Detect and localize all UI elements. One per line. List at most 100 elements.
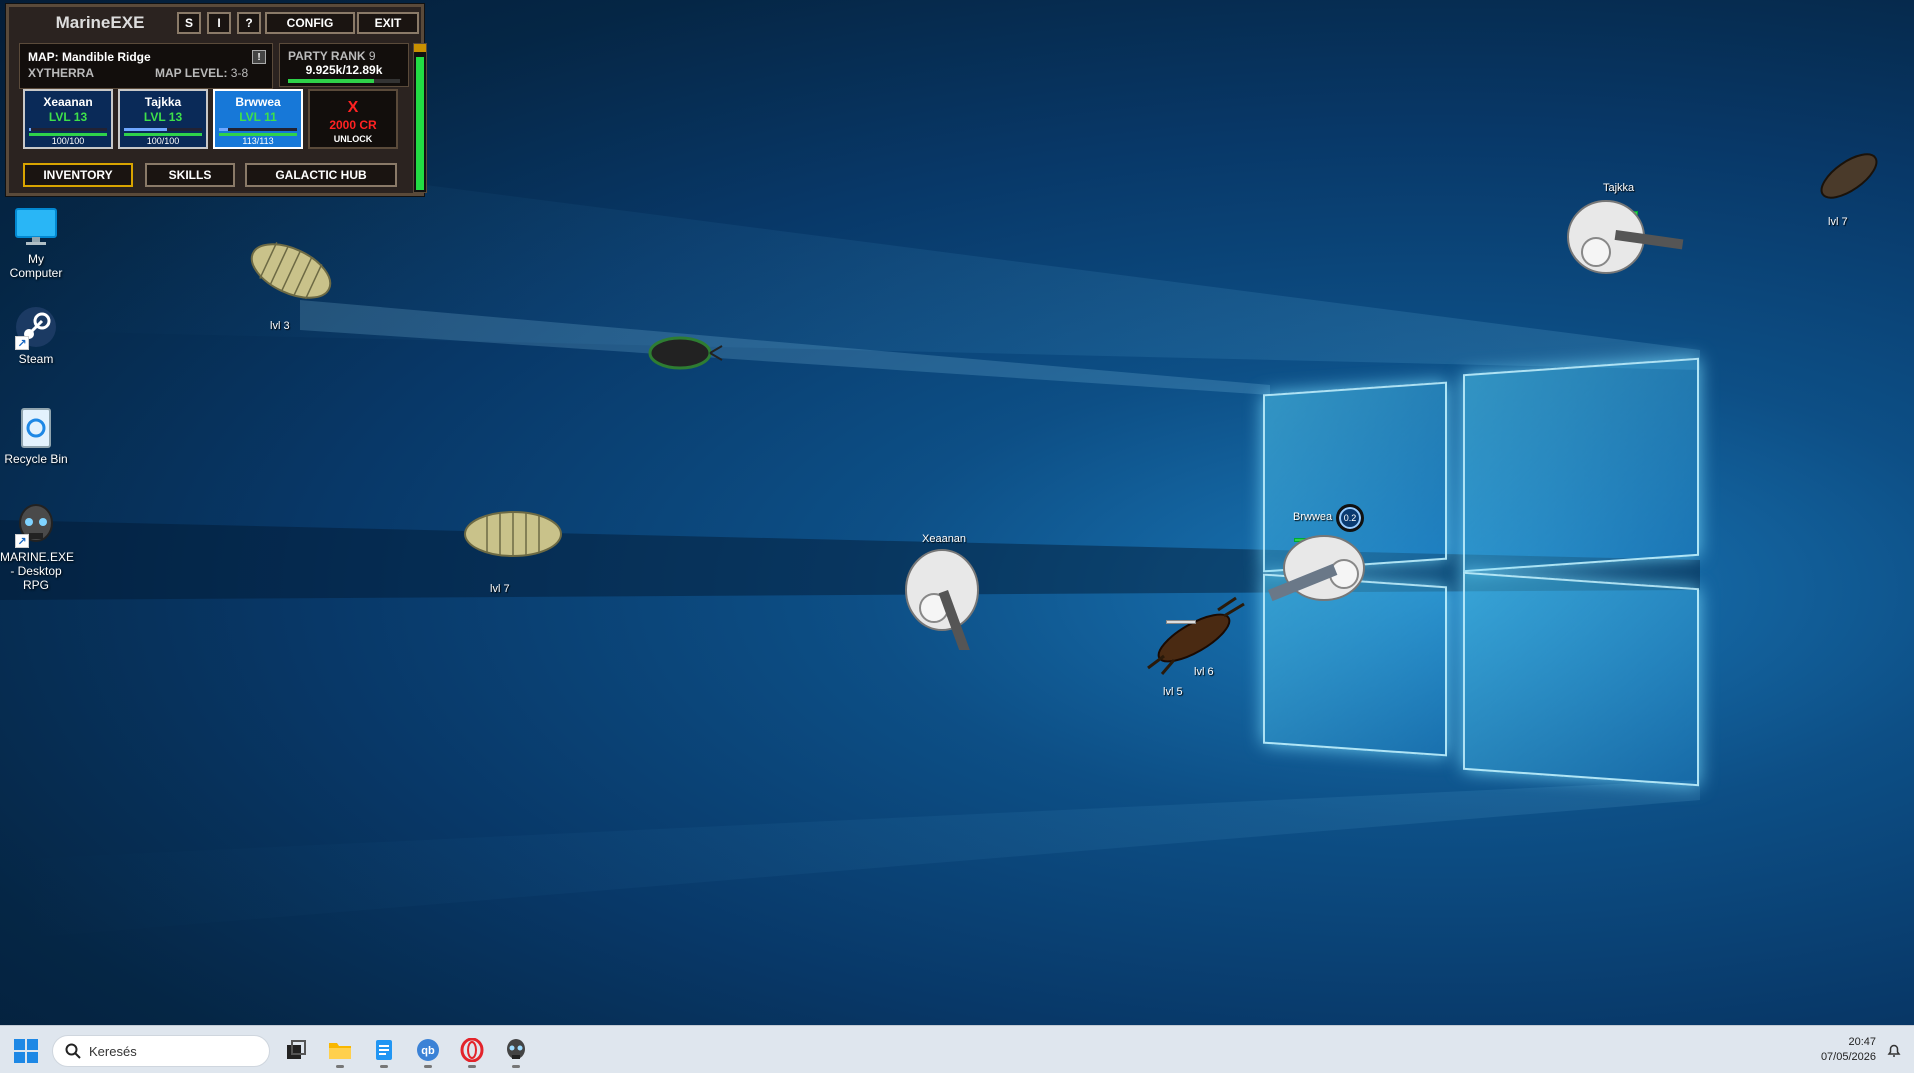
- running-indicator: [380, 1065, 388, 1068]
- slot-name: Tajkka: [144, 95, 182, 109]
- enemy-level-label: lvl 7: [490, 583, 510, 595]
- running-indicator: [336, 1065, 344, 1068]
- slot-xp-bar: [219, 128, 297, 131]
- help-button[interactable]: ?: [237, 12, 261, 34]
- enemy-health-bar: [1166, 620, 1196, 624]
- party-rank: PARTY RANK 9 9.925k/12.89k: [279, 43, 409, 87]
- party-xp-fill: [288, 79, 375, 83]
- taskbar: Keresés qb 20:47 07/05/2026: [0, 1025, 1914, 1073]
- space-marine-xeaanan[interactable]: [898, 530, 1004, 655]
- windows-logo-tile: [14, 1052, 25, 1063]
- opera-button[interactable]: [459, 1037, 485, 1068]
- desktop-icon-label: MARINE.EXE - Desktop RPG: [0, 550, 75, 592]
- i-button[interactable]: I: [207, 12, 231, 34]
- dark-beetle-enemy[interactable]: [644, 330, 724, 381]
- running-indicator: [468, 1065, 476, 1068]
- party-slot-tajkka[interactable]: Tajkka LVL 13 100/100: [118, 89, 208, 149]
- search-placeholder: Keresés: [89, 1043, 137, 1059]
- slot-xp-fill: [124, 128, 167, 131]
- enemy-level-label: lvl 3: [270, 320, 290, 332]
- task-view-button[interactable]: [283, 1037, 309, 1063]
- enemy-level-label: lvl 6: [1194, 666, 1214, 678]
- map-name: MAP: Mandible Ridge: [28, 50, 151, 64]
- notepad-button[interactable]: [371, 1037, 397, 1068]
- file-explorer-button[interactable]: [327, 1037, 353, 1068]
- desktop-icon-steam[interactable]: ↗ Steam: [0, 304, 72, 366]
- map-level: MAP LEVEL: 3-8: [155, 66, 248, 80]
- desktop-icon-label: Steam: [18, 352, 54, 366]
- beetle-larva-enemy[interactable]: [246, 236, 336, 311]
- marine-name-label: Brwwea: [1293, 511, 1333, 523]
- map-level-label: MAP LEVEL:: [155, 66, 228, 80]
- desktop-icon-label: Recycle Bin: [4, 452, 68, 466]
- locked-party-slot[interactable]: X 2000 CR UNLOCK: [308, 89, 398, 149]
- space-marine-brwwea[interactable]: [1262, 526, 1382, 631]
- exit-button[interactable]: EXIT: [357, 12, 419, 34]
- logo-pane-br: [1463, 571, 1699, 787]
- desktop-icon-recycle-bin[interactable]: Recycle Bin: [0, 404, 72, 466]
- system-clock[interactable]: 20:47 07/05/2026: [1821, 1035, 1876, 1065]
- search-icon: [65, 1043, 81, 1059]
- desktop-icon-marine-exe[interactable]: ↗ MARINE.EXE - Desktop RPG: [0, 502, 75, 592]
- slot-hp: 113/113: [242, 136, 274, 146]
- running-indicator: [512, 1065, 520, 1068]
- party-xp-bar: [288, 79, 400, 83]
- opera-icon: [460, 1038, 484, 1062]
- hud-title: MarineEXE: [55, 13, 145, 32]
- clock-time: 20:47: [1848, 1036, 1876, 1048]
- marine-skull-icon: [507, 1039, 525, 1059]
- space-marine-tajkka[interactable]: [1556, 192, 1686, 297]
- start-button[interactable]: [14, 1039, 38, 1063]
- party-slot-xeaanan[interactable]: Xeaanan LVL 13 100/100: [23, 89, 113, 149]
- clock-date: 07/05/2026: [1820, 1051, 1876, 1063]
- shortcut-arrow-icon: ↗: [15, 534, 29, 548]
- svg-text:qb: qb: [421, 1045, 435, 1057]
- map-info: MAP: Mandible Ridge XYTHERRA MAP LEVEL: …: [19, 43, 273, 89]
- slot-xp-fill: [29, 128, 31, 131]
- windows-logo-tile: [27, 1039, 38, 1050]
- map-zone: XYTHERRA: [28, 66, 95, 80]
- windows-logo-icon: [14, 1039, 25, 1050]
- beetle-larva-enemy[interactable]: [462, 506, 564, 567]
- slot-hp: 100/100: [146, 136, 180, 146]
- qbittorrent-button[interactable]: qb: [415, 1037, 441, 1068]
- marine-exe-taskbar-button[interactable]: [503, 1037, 529, 1068]
- map-alert-button[interactable]: !: [252, 50, 266, 64]
- logo-pane-tr: [1463, 357, 1699, 573]
- dark-beetle-enemy[interactable]: [1814, 146, 1884, 211]
- recycle-bin-icon: [13, 404, 59, 450]
- inventory-button[interactable]: INVENTORY: [23, 163, 133, 187]
- running-indicator: [424, 1065, 432, 1068]
- slot-xp-fill: [219, 128, 229, 131]
- slot-xp-bar: [29, 128, 107, 131]
- desktop-icon-label: My Computer: [9, 252, 63, 280]
- party-slot-brwwea[interactable]: Brwwea LVL 11 113/113: [213, 89, 303, 149]
- config-button[interactable]: CONFIG: [265, 12, 355, 34]
- enemy-level-label: lvl 7: [1828, 216, 1848, 228]
- s-button[interactable]: S: [177, 12, 201, 34]
- game-hud-panel: MarineEXE S I ? CONFIG EXIT MAP: Mandibl…: [6, 4, 427, 196]
- enemy-level-label: lvl 5: [1163, 686, 1183, 698]
- monitor-icon: [13, 204, 59, 250]
- qbittorrent-icon: qb: [417, 1039, 439, 1061]
- folder-icon: [329, 1043, 351, 1059]
- notification-bell-icon[interactable]: [1886, 1042, 1902, 1058]
- task-view-icon: [287, 1040, 306, 1059]
- unlock-cost: 2000 CR: [329, 118, 377, 132]
- lock-mark: X: [347, 99, 359, 116]
- steam-icon: ↗: [13, 304, 59, 350]
- side-gauge-fill: [416, 56, 424, 190]
- taskbar-search-box[interactable]: Keresés: [52, 1035, 270, 1067]
- desktop-icon-my-computer[interactable]: My Computer: [0, 204, 72, 280]
- slot-xp-bar: [124, 128, 202, 131]
- galactic-hub-button[interactable]: GALACTIC HUB: [245, 163, 397, 187]
- slot-level: LVL 13: [143, 110, 183, 124]
- party-rank-title: PARTY RANK: [288, 49, 366, 63]
- slot-level: LVL 11: [239, 110, 277, 124]
- slot-level: LVL 13: [48, 110, 88, 124]
- side-gauge: [413, 43, 427, 193]
- skills-button[interactable]: SKILLS: [145, 163, 235, 187]
- marine-skull-icon: ↗: [13, 502, 59, 548]
- map-level-value: 3-8: [230, 66, 249, 80]
- party-rank-label: PARTY RANK 9: [288, 49, 376, 63]
